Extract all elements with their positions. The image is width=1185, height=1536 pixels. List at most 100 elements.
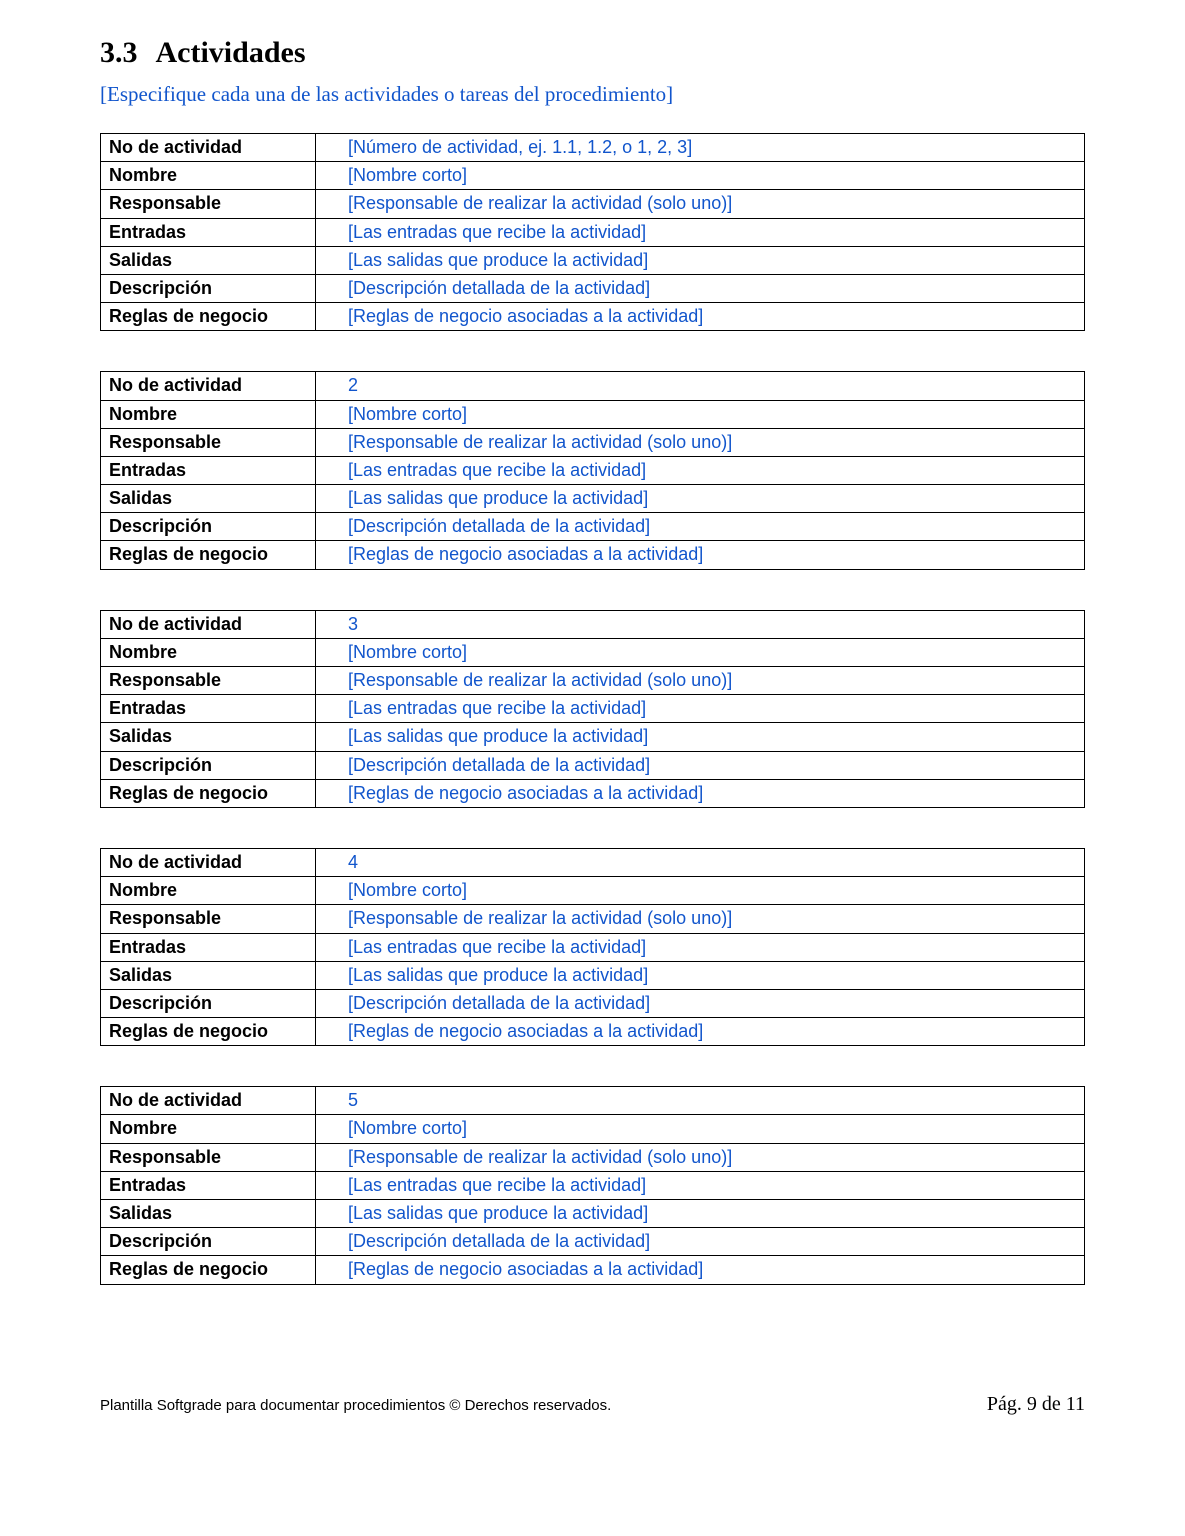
row-value-entradas: [Las entradas que recibe la actividad]: [316, 218, 1085, 246]
row-value-nombre: [Nombre corto]: [316, 877, 1085, 905]
table-row: Responsable[Responsable de realizar la a…: [101, 667, 1085, 695]
table-row: Nombre[Nombre corto]: [101, 400, 1085, 428]
row-label-reglas: Reglas de negocio: [101, 1018, 316, 1046]
row-value-no: 5: [316, 1087, 1085, 1115]
row-value-responsable: [Responsable de realizar la actividad (s…: [316, 190, 1085, 218]
table-row: Entradas[Las entradas que recibe la acti…: [101, 695, 1085, 723]
row-value-entradas: [Las entradas que recibe la actividad]: [316, 933, 1085, 961]
activity-table: No de actividad2Nombre[Nombre corto]Resp…: [100, 371, 1085, 569]
row-label-no: No de actividad: [101, 134, 316, 162]
table-row: Reglas de negocio[Reglas de negocio asoc…: [101, 541, 1085, 569]
table-row: Salidas[Las salidas que produce la activ…: [101, 246, 1085, 274]
row-label-descripcion: Descripción: [101, 1228, 316, 1256]
table-row: Entradas[Las entradas que recibe la acti…: [101, 456, 1085, 484]
row-value-reglas: [Reglas de negocio asociadas a la activi…: [316, 1018, 1085, 1046]
row-label-responsable: Responsable: [101, 905, 316, 933]
row-label-nombre: Nombre: [101, 1115, 316, 1143]
table-row: No de actividad4: [101, 848, 1085, 876]
row-label-entradas: Entradas: [101, 456, 316, 484]
row-label-salidas: Salidas: [101, 485, 316, 513]
row-value-no: [Número de actividad, ej. 1.1, 1.2, o 1,…: [316, 134, 1085, 162]
table-row: Entradas[Las entradas que recibe la acti…: [101, 218, 1085, 246]
table-row: No de actividad3: [101, 610, 1085, 638]
row-value-salidas: [Las salidas que produce la actividad]: [316, 723, 1085, 751]
row-value-salidas: [Las salidas que produce la actividad]: [316, 961, 1085, 989]
table-row: Responsable[Responsable de realizar la a…: [101, 428, 1085, 456]
activity-table: No de actividad5Nombre[Nombre corto]Resp…: [100, 1086, 1085, 1284]
row-label-reglas: Reglas de negocio: [101, 541, 316, 569]
row-value-descripcion: [Descripción detallada de la actividad]: [316, 274, 1085, 302]
row-value-salidas: [Las salidas que produce la actividad]: [316, 246, 1085, 274]
table-row: Salidas[Las salidas que produce la activ…: [101, 961, 1085, 989]
table-row: Nombre[Nombre corto]: [101, 162, 1085, 190]
row-value-reglas: [Reglas de negocio asociadas a la activi…: [316, 1256, 1085, 1284]
table-row: Entradas[Las entradas que recibe la acti…: [101, 933, 1085, 961]
table-row: Descripción[Descripción detallada de la …: [101, 989, 1085, 1017]
table-row: Descripción[Descripción detallada de la …: [101, 751, 1085, 779]
row-value-nombre: [Nombre corto]: [316, 638, 1085, 666]
table-row: Salidas[Las salidas que produce la activ…: [101, 723, 1085, 751]
table-row: Salidas[Las salidas que produce la activ…: [101, 485, 1085, 513]
row-value-responsable: [Responsable de realizar la actividad (s…: [316, 667, 1085, 695]
row-label-no: No de actividad: [101, 848, 316, 876]
row-value-responsable: [Responsable de realizar la actividad (s…: [316, 428, 1085, 456]
row-value-entradas: [Las entradas que recibe la actividad]: [316, 456, 1085, 484]
row-label-no: No de actividad: [101, 1087, 316, 1115]
table-row: Reglas de negocio[Reglas de negocio asoc…: [101, 1256, 1085, 1284]
row-value-descripcion: [Descripción detallada de la actividad]: [316, 751, 1085, 779]
row-label-nombre: Nombre: [101, 162, 316, 190]
row-value-nombre: [Nombre corto]: [316, 162, 1085, 190]
row-value-entradas: [Las entradas que recibe la actividad]: [316, 695, 1085, 723]
section-heading: 3.3 Actividades: [100, 36, 1085, 70]
row-value-descripcion: [Descripción detallada de la actividad]: [316, 513, 1085, 541]
table-row: No de actividad2: [101, 372, 1085, 400]
table-row: Nombre[Nombre corto]: [101, 1115, 1085, 1143]
table-row: Reglas de negocio[Reglas de negocio asoc…: [101, 303, 1085, 331]
row-label-no: No de actividad: [101, 372, 316, 400]
row-value-descripcion: [Descripción detallada de la actividad]: [316, 989, 1085, 1017]
row-label-salidas: Salidas: [101, 246, 316, 274]
row-label-reglas: Reglas de negocio: [101, 779, 316, 807]
row-value-no: 4: [316, 848, 1085, 876]
row-label-reglas: Reglas de negocio: [101, 1256, 316, 1284]
row-label-responsable: Responsable: [101, 428, 316, 456]
table-row: Descripción[Descripción detallada de la …: [101, 513, 1085, 541]
row-label-entradas: Entradas: [101, 695, 316, 723]
row-label-entradas: Entradas: [101, 933, 316, 961]
row-value-entradas: [Las entradas que recibe la actividad]: [316, 1171, 1085, 1199]
table-row: Descripción[Descripción detallada de la …: [101, 1228, 1085, 1256]
row-label-responsable: Responsable: [101, 1143, 316, 1171]
row-label-entradas: Entradas: [101, 1171, 316, 1199]
section-number: 3.3: [100, 36, 138, 69]
row-value-nombre: [Nombre corto]: [316, 1115, 1085, 1143]
section-title: Actividades: [156, 36, 306, 69]
row-label-no: No de actividad: [101, 610, 316, 638]
table-row: Reglas de negocio[Reglas de negocio asoc…: [101, 1018, 1085, 1046]
row-label-salidas: Salidas: [101, 961, 316, 989]
row-label-descripcion: Descripción: [101, 274, 316, 302]
row-label-responsable: Responsable: [101, 190, 316, 218]
footer-copyright: Plantilla Softgrade para documentar proc…: [100, 1397, 611, 1414]
table-row: Nombre[Nombre corto]: [101, 877, 1085, 905]
row-label-descripcion: Descripción: [101, 989, 316, 1017]
row-value-responsable: [Responsable de realizar la actividad (s…: [316, 1143, 1085, 1171]
row-label-entradas: Entradas: [101, 218, 316, 246]
table-row: Nombre[Nombre corto]: [101, 638, 1085, 666]
table-row: Salidas[Las salidas que produce la activ…: [101, 1200, 1085, 1228]
table-row: Entradas[Las entradas que recibe la acti…: [101, 1171, 1085, 1199]
row-label-reglas: Reglas de negocio: [101, 303, 316, 331]
row-label-nombre: Nombre: [101, 877, 316, 905]
row-label-descripcion: Descripción: [101, 751, 316, 779]
row-label-descripcion: Descripción: [101, 513, 316, 541]
table-row: No de actividad[Número de actividad, ej.…: [101, 134, 1085, 162]
row-value-reglas: [Reglas de negocio asociadas a la activi…: [316, 303, 1085, 331]
table-row: Responsable[Responsable de realizar la a…: [101, 905, 1085, 933]
row-value-responsable: [Responsable de realizar la actividad (s…: [316, 905, 1085, 933]
row-value-no: 2: [316, 372, 1085, 400]
table-row: Reglas de negocio[Reglas de negocio asoc…: [101, 779, 1085, 807]
row-value-descripcion: [Descripción detallada de la actividad]: [316, 1228, 1085, 1256]
row-label-nombre: Nombre: [101, 400, 316, 428]
row-label-nombre: Nombre: [101, 638, 316, 666]
section-instruction: [Especifique cada una de las actividades…: [100, 82, 1085, 107]
row-value-salidas: [Las salidas que produce la actividad]: [316, 1200, 1085, 1228]
